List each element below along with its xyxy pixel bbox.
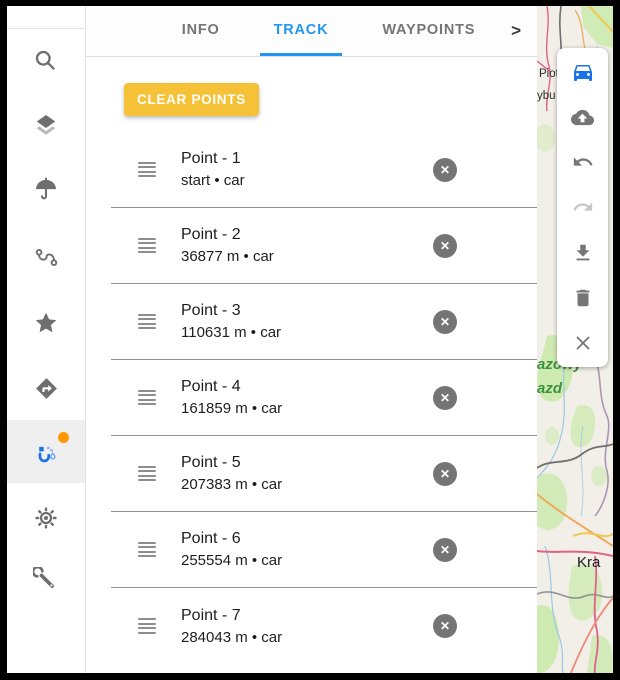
download-icon[interactable] [570, 240, 596, 266]
point-title: Point - 3 [181, 302, 281, 320]
point-subtitle: 110631 m • car [181, 324, 281, 341]
route-icon[interactable] [24, 235, 68, 279]
cloud-upload-icon[interactable] [570, 104, 596, 130]
point-text: Point - 6 255554 m • car [181, 530, 282, 569]
point-title: Point - 4 [181, 378, 282, 396]
list-item[interactable]: Point - 4 161859 m • car ✕ [111, 360, 537, 436]
tab-waypoints[interactable]: WAYPOINTS [368, 6, 489, 56]
point-title: Point - 6 [181, 530, 282, 548]
redo-icon[interactable] [570, 194, 596, 220]
panel-tabbar: INFO TRACK WAYPOINTS > [86, 6, 537, 57]
tools-wrench-icon[interactable] [24, 558, 68, 602]
point-subtitle: 284043 m • car [181, 629, 282, 646]
point-title: Point - 1 [181, 150, 245, 168]
list-item[interactable]: Point - 3 110631 m • car ✕ [111, 284, 537, 360]
app-window: INFO TRACK WAYPOINTS > CLEAR POINTS Poin… [7, 6, 613, 673]
notification-dot [58, 432, 69, 443]
list-item[interactable]: Point - 7 284043 m • car ✕ [111, 588, 537, 664]
tab-track[interactable]: TRACK [260, 6, 343, 56]
clear-points-button[interactable]: CLEAR POINTS [124, 83, 259, 116]
left-sidebar [7, 6, 86, 673]
point-text: Point - 5 207383 m • car [181, 454, 282, 493]
point-text: Point - 3 110631 m • car [181, 302, 281, 341]
delete-point-button[interactable]: ✕ [433, 538, 457, 562]
layers-icon[interactable] [24, 103, 68, 147]
point-text: Point - 4 161859 m • car [181, 378, 282, 417]
drag-handle-icon[interactable] [138, 162, 156, 178]
track-panel: INFO TRACK WAYPOINTS > CLEAR POINTS Poin… [86, 6, 537, 673]
directions-icon[interactable] [24, 366, 68, 410]
point-title: Point - 5 [181, 454, 282, 472]
point-subtitle: 161859 m • car [181, 400, 282, 417]
map-area[interactable]: Piotr ybu azowy azd Kra [537, 6, 613, 673]
umbrella-icon[interactable] [24, 168, 68, 212]
point-list: Point - 1 start • car ✕ Point - 2 36877 … [86, 132, 537, 664]
point-title: Point - 2 [181, 226, 274, 244]
drag-handle-icon[interactable] [138, 238, 156, 254]
delete-point-button[interactable]: ✕ [433, 462, 457, 486]
delete-point-button[interactable]: ✕ [433, 158, 457, 182]
trash-icon[interactable] [570, 285, 596, 311]
undo-icon[interactable] [570, 149, 596, 175]
track-toolbar [557, 48, 608, 367]
tabs-group: INFO TRACK WAYPOINTS [134, 6, 489, 56]
track-edit-icon[interactable] [24, 430, 68, 474]
list-item[interactable]: Point - 1 start • car ✕ [111, 132, 537, 208]
list-item[interactable]: Point - 2 36877 m • car ✕ [111, 208, 537, 284]
point-subtitle: 255554 m • car [181, 552, 282, 569]
close-icon[interactable] [570, 330, 596, 356]
tabs-overflow-chevron-icon[interactable]: > [511, 6, 521, 56]
drag-handle-icon[interactable] [138, 314, 156, 330]
point-title: Point - 7 [181, 607, 282, 625]
point-text: Point - 7 284043 m • car [181, 607, 282, 646]
point-subtitle: 36877 m • car [181, 248, 274, 265]
settings-gear-icon[interactable] [24, 496, 68, 540]
delete-point-button[interactable]: ✕ [433, 310, 457, 334]
drag-handle-icon[interactable] [138, 390, 156, 406]
delete-point-button[interactable]: ✕ [433, 614, 457, 638]
point-subtitle: start • car [181, 172, 245, 189]
point-text: Point - 2 36877 m • car [181, 226, 274, 265]
point-subtitle: 207383 m • car [181, 476, 282, 493]
point-text: Point - 1 start • car [181, 150, 245, 189]
sidebar-divider [7, 28, 85, 29]
star-icon[interactable] [24, 301, 68, 345]
routing-mode-car-icon[interactable] [570, 59, 596, 85]
drag-handle-icon[interactable] [138, 542, 156, 558]
tab-info[interactable]: INFO [168, 6, 234, 56]
delete-point-button[interactable]: ✕ [433, 386, 457, 410]
list-item[interactable]: Point - 6 255554 m • car ✕ [111, 512, 537, 588]
list-item[interactable]: Point - 5 207383 m • car ✕ [111, 436, 537, 512]
delete-point-button[interactable]: ✕ [433, 234, 457, 258]
search-icon[interactable] [24, 39, 68, 83]
drag-handle-icon[interactable] [138, 618, 156, 634]
drag-handle-icon[interactable] [138, 466, 156, 482]
track-tab-content: CLEAR POINTS Point - 1 start • car ✕ Poi… [86, 57, 537, 673]
